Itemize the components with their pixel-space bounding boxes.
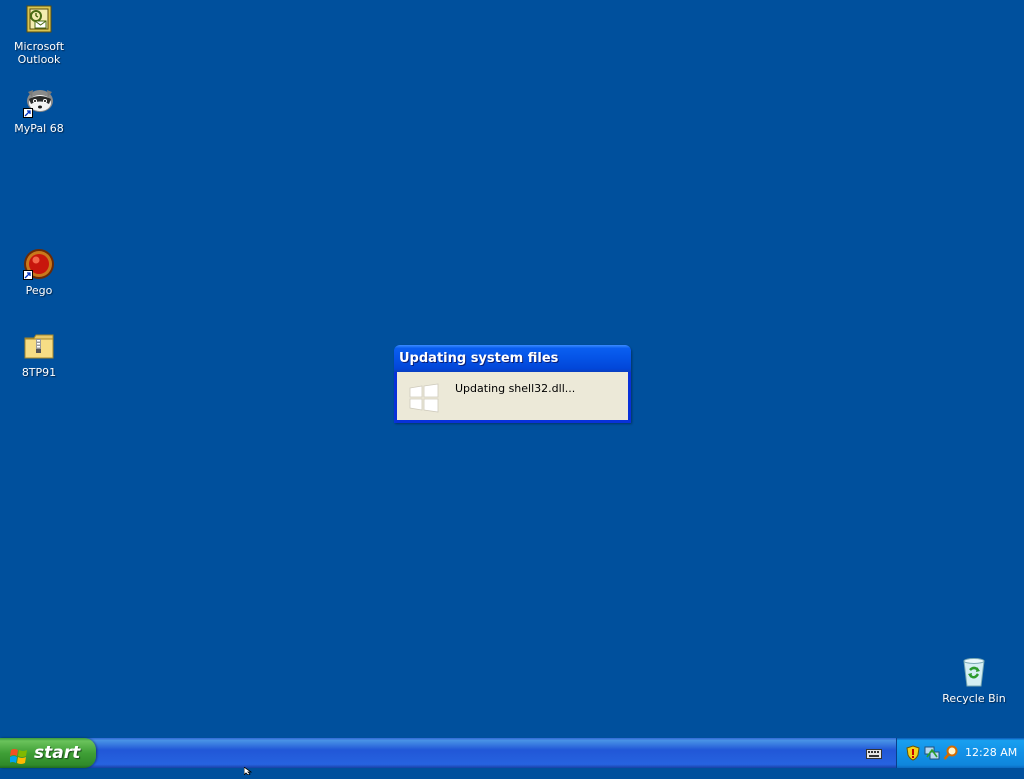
search-icon[interactable] xyxy=(943,745,959,765)
mouse-cursor-icon xyxy=(243,760,254,779)
taskbar: start 12:28 AM xyxy=(0,738,1024,768)
windows-flag-icon xyxy=(9,745,28,775)
system-tray: 12:28 AM xyxy=(896,738,1024,768)
zip-folder-icon xyxy=(23,330,55,362)
desktop-icon-mypal[interactable]: MyPal 68 xyxy=(2,86,76,135)
security-shield-icon[interactable] xyxy=(906,745,920,765)
desktop-icon-label: Pego xyxy=(25,284,53,297)
windows-logo-icon xyxy=(409,383,439,417)
shortcut-arrow-icon xyxy=(23,108,33,118)
dialog-body: Updating shell32.dll... xyxy=(397,372,628,420)
mypal-icon xyxy=(23,86,55,118)
outlook-icon xyxy=(23,4,55,36)
update-progress-dialog: Updating system files Updating shell32.d… xyxy=(394,345,631,423)
dialog-title: Updating system files xyxy=(394,345,631,372)
desktop-icon-pego[interactable]: Pego xyxy=(2,248,76,297)
desktop-icon-label: MyPal 68 xyxy=(14,122,64,135)
start-button[interactable]: start xyxy=(0,738,96,768)
desktop-icon-label: 8TP91 xyxy=(21,366,57,379)
keyboard-icon[interactable] xyxy=(866,746,882,765)
dialog-message: Updating shell32.dll... xyxy=(455,382,576,395)
start-label: start xyxy=(34,743,81,763)
desktop-icon-outlook[interactable]: Microsoft Outlook xyxy=(2,4,76,66)
desktop-icon-recycle-bin[interactable]: Recycle Bin xyxy=(937,656,1011,705)
clock[interactable]: 12:28 AM xyxy=(965,738,1017,768)
network-icon[interactable] xyxy=(924,745,940,765)
desktop-icon-label: Microsoft Outlook xyxy=(13,40,65,66)
desktop-icon-8tp91[interactable]: 8TP91 xyxy=(2,330,76,379)
pego-icon xyxy=(23,248,55,280)
desktop-icon-label: Recycle Bin xyxy=(942,692,1006,705)
shortcut-arrow-icon xyxy=(23,270,33,280)
recycle-bin-icon xyxy=(958,656,990,688)
